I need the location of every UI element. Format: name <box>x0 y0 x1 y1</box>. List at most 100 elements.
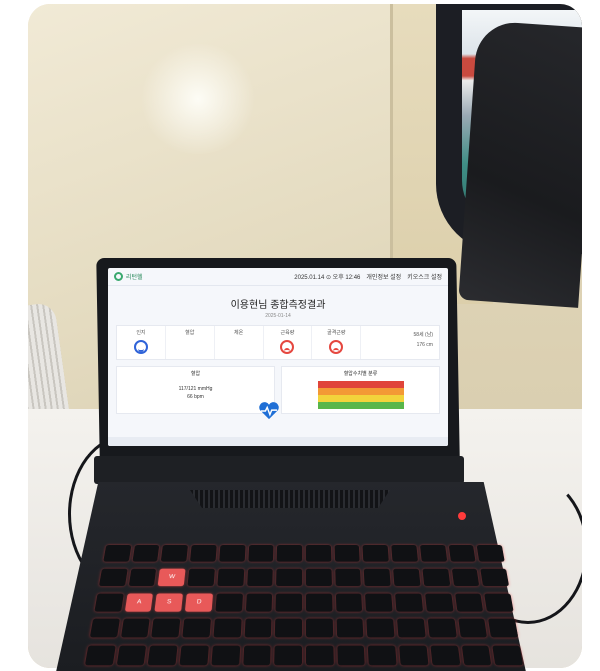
vent-grille <box>190 490 390 508</box>
keyboard-key[interactable] <box>305 645 334 666</box>
keyboard-key[interactable] <box>427 618 457 638</box>
keyboard-key[interactable] <box>337 645 366 666</box>
metric-blood-pressure[interactable]: 혈압 <box>166 326 215 359</box>
keyboard-key[interactable] <box>397 618 426 638</box>
band-orange <box>317 388 404 395</box>
keyboard-key[interactable] <box>461 645 492 666</box>
keyboard-key[interactable] <box>368 645 397 666</box>
keyboard-key[interactable] <box>393 568 421 586</box>
keyboard-key[interactable] <box>419 544 447 562</box>
black-cloth <box>458 20 582 308</box>
keyboard-key[interactable] <box>89 618 120 638</box>
metric-skeletal-muscle[interactable]: 골격근량 <box>312 326 362 359</box>
keyboard-key[interactable] <box>334 544 361 562</box>
keyboard-key[interactable] <box>334 568 362 586</box>
app-logo[interactable]: 리턴헬 <box>114 272 143 281</box>
keyboard-key[interactable] <box>430 645 461 666</box>
keyboard-key[interactable] <box>179 645 209 666</box>
keyboard-key[interactable] <box>245 593 273 612</box>
bp-classification-chart <box>317 381 404 411</box>
key-w[interactable]: W <box>158 568 186 586</box>
keyboard-key[interactable] <box>305 568 332 586</box>
keyboard-key[interactable] <box>147 645 178 666</box>
heart-icon <box>259 402 279 420</box>
key-a[interactable]: A <box>124 593 154 612</box>
keyboard-key[interactable] <box>336 618 364 638</box>
keyboard-key[interactable] <box>488 618 519 638</box>
keyboard-key[interactable] <box>215 593 243 612</box>
keyboard-key[interactable] <box>161 544 189 562</box>
keyboard-key[interactable] <box>480 568 510 586</box>
keyboard-key[interactable] <box>457 618 488 638</box>
keyboard-key[interactable] <box>305 544 332 562</box>
smile-icon <box>133 340 148 354</box>
bio-info: 58세 (남) 176 cm <box>361 326 439 359</box>
metric-cognition[interactable]: 인지 <box>117 326 166 359</box>
keyboard-key[interactable] <box>190 544 217 562</box>
metrics-row: 인지 혈압 체온 근육량 골격근량 58세 (남) 176 cm <box>116 325 440 360</box>
keyboard-key[interactable] <box>275 593 303 612</box>
keyboard-key[interactable] <box>366 618 395 638</box>
keyboard-key[interactable] <box>84 645 116 666</box>
metric-muscle[interactable]: 근육량 <box>264 326 313 359</box>
keyboard-key[interactable] <box>399 645 429 666</box>
keyboard-key[interactable] <box>476 544 505 562</box>
keyboard-key[interactable] <box>116 645 147 666</box>
keyboard-key[interactable] <box>422 568 450 586</box>
frown-icon <box>329 340 344 354</box>
privacy-settings-link[interactable]: 개인정보 설정 <box>366 272 401 281</box>
keyboard-key[interactable] <box>492 645 524 666</box>
keyboard-key[interactable] <box>454 593 484 612</box>
keyboard-key[interactable] <box>132 544 160 562</box>
keyboard-key[interactable] <box>247 544 274 562</box>
keyboard-key[interactable] <box>275 618 303 638</box>
height-value: 176 cm <box>416 342 433 348</box>
keyboard-key[interactable] <box>276 544 303 562</box>
bp-reading: 117/121 mmHg <box>178 386 213 392</box>
age-value: 58세 (남) <box>413 332 433 338</box>
keyboard-key[interactable] <box>187 568 215 586</box>
keyboard-key[interactable] <box>182 618 211 638</box>
bp-panel-title: 혈압 <box>190 371 201 377</box>
key-d[interactable]: D <box>185 593 213 612</box>
keyboard-key[interactable] <box>98 568 128 586</box>
metric-temperature[interactable]: 체온 <box>215 326 264 359</box>
keyboard-key[interactable] <box>365 593 393 612</box>
keyboard: W A S D <box>84 544 524 670</box>
keyboard-key[interactable] <box>151 618 181 638</box>
keyboard-key[interactable] <box>218 544 246 562</box>
keyboard-key[interactable] <box>242 645 271 666</box>
keyboard-key[interactable] <box>484 593 514 612</box>
keyboard-key[interactable] <box>120 618 151 638</box>
keyboard-key[interactable] <box>217 568 244 586</box>
keyboard-key[interactable] <box>305 618 333 638</box>
chart-panel-title: 혈압수치별 분류 <box>343 371 378 377</box>
keyboard-key[interactable] <box>103 544 132 562</box>
keyboard-key[interactable] <box>211 645 240 666</box>
keyboard-key[interactable] <box>128 568 157 586</box>
report-title: 이용현님 종합측정결과 <box>230 300 326 311</box>
taskbar <box>108 437 448 446</box>
keyboard-key[interactable] <box>305 593 333 612</box>
keyboard-key[interactable] <box>276 568 303 586</box>
keyboard-key[interactable] <box>274 645 303 666</box>
app-logo-text: 리턴헬 <box>126 275 143 281</box>
keyboard-key[interactable] <box>451 568 480 586</box>
laptop-hinge <box>94 456 464 484</box>
keyboard-key[interactable] <box>94 593 124 612</box>
key-s[interactable]: S <box>154 593 184 612</box>
keyboard-key[interactable] <box>391 544 418 562</box>
light-glare <box>138 44 258 154</box>
keyboard-key[interactable] <box>246 568 274 586</box>
keyboard-key[interactable] <box>364 568 391 586</box>
keyboard-key[interactable] <box>448 544 476 562</box>
keyboard-key[interactable] <box>395 593 423 612</box>
keyboard-key[interactable] <box>335 593 363 612</box>
logo-icon <box>114 272 123 281</box>
frown-icon <box>280 340 295 354</box>
keyboard-key[interactable] <box>213 618 242 638</box>
keyboard-key[interactable] <box>362 544 389 562</box>
kiosk-settings-link[interactable]: 키오스크 설정 <box>407 272 442 281</box>
keyboard-key[interactable] <box>244 618 272 638</box>
keyboard-key[interactable] <box>424 593 454 612</box>
